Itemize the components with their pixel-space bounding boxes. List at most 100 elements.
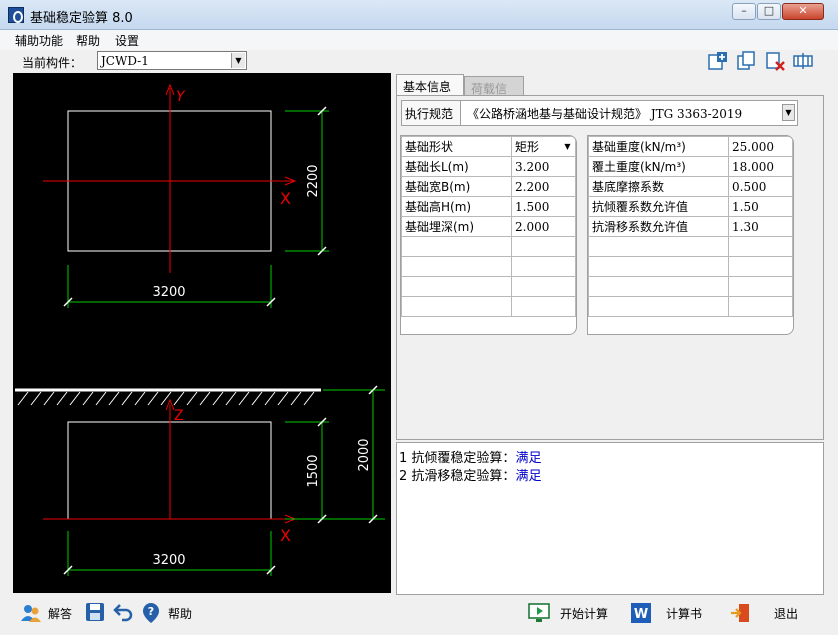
empty-row <box>588 256 793 277</box>
result-line: 1 抗倾覆稳定验算：满足 <box>399 447 541 466</box>
elev-width-dim: 3200 <box>152 553 185 568</box>
foundation-unit-weight-input[interactable]: 25.000 <box>728 136 793 157</box>
table-row: 基础高H(m) 1.500 <box>401 196 576 217</box>
report-label: 计算书 <box>666 606 703 621</box>
table-row: 基底摩擦系数 0.500 <box>588 176 793 197</box>
elev-axis-x: X <box>280 526 291 545</box>
empty-row <box>401 296 576 317</box>
param-label: 基础埋深(m) <box>401 216 512 237</box>
table-row: 基础形状 矩形 ▼ <box>401 136 576 157</box>
help-button[interactable]: ? 帮助 <box>140 601 192 625</box>
drawing-canvas[interactable]: Y X 3200 2200 Z X 3200 1500 2000 <box>13 73 391 593</box>
soil-unit-weight-input[interactable]: 18.000 <box>728 156 793 177</box>
elev-axis-z: Z <box>174 408 184 424</box>
table-row: 基础埋深(m) 2.000 <box>401 216 576 237</box>
standard-select[interactable]: 执行规范 《公路桥涵地基与基础设计规范》 JTG 3363-2019 ▼ <box>401 100 798 126</box>
plan-view: Y X 3200 2200 <box>43 83 329 308</box>
elevation-view: Z X 3200 1500 2000 <box>15 385 385 576</box>
table-row: 基础长L(m) 3.200 <box>401 156 576 177</box>
shape-select[interactable]: 矩形 ▼ <box>511 136 576 157</box>
param-label: 基础形状 <box>401 136 512 157</box>
chevron-down-icon[interactable]: ▼ <box>231 53 245 68</box>
table-row: 抗倾覆系数允许值 1.50 <box>588 196 793 217</box>
standard-code: JTG 3363-2019 <box>650 107 743 121</box>
elev-depth-dim: 2000 <box>357 438 372 471</box>
empty-row <box>401 256 576 277</box>
current-member-label: 当前构件： <box>22 56 83 70</box>
overturn-allow-input[interactable]: 1.50 <box>728 196 793 217</box>
sliding-allow-input[interactable]: 1.30 <box>728 216 793 237</box>
elev-height-dim: 1500 <box>306 454 321 487</box>
settings-icon[interactable] <box>792 50 814 72</box>
exit-door-icon <box>731 604 749 622</box>
empty-row <box>401 236 576 257</box>
menu-settings[interactable]: 设置 <box>115 32 139 49</box>
app-logo-icon <box>8 7 24 23</box>
svg-text:W: W <box>634 607 648 622</box>
start-calc-button[interactable]: 开始计算 <box>528 601 608 625</box>
param-label: 抗倾覆系数允许值 <box>588 196 729 217</box>
exit-label: 退出 <box>774 606 799 621</box>
result-status: 满足 <box>515 451 542 466</box>
param-label: 覆土重度(kN/m³) <box>588 156 729 177</box>
param-label: 基底摩擦系数 <box>588 176 729 197</box>
word-doc-icon: W <box>631 603 651 623</box>
param-label: 基础重度(kN/m³) <box>588 136 729 157</box>
undo-icon[interactable] <box>112 601 134 623</box>
table-row: 基础重度(kN/m³) 25.000 <box>588 136 793 157</box>
plan-axis-x: X <box>280 189 291 208</box>
result-status: 满足 <box>515 469 542 484</box>
report-button[interactable]: W 计算书 <box>630 601 702 625</box>
start-calc-label: 开始计算 <box>560 606 609 621</box>
maximize-button[interactable]: □ <box>757 3 781 20</box>
users-icon <box>21 605 41 622</box>
delete-icon[interactable] <box>764 50 786 72</box>
help-icon: ? <box>143 603 159 623</box>
chevron-down-icon[interactable]: ▼ <box>782 104 795 121</box>
param-label: 基础高H(m) <box>401 196 512 217</box>
height-input[interactable]: 1.500 <box>511 196 576 217</box>
depth-input[interactable]: 2.000 <box>511 216 576 237</box>
member-select-value: JCWD-1 <box>101 54 149 68</box>
param-label: 抗滑移系数允许值 <box>588 216 729 237</box>
result-text: 抗倾覆稳定验算： <box>411 451 516 466</box>
title-bar: 基础稳定验算 8.0 – □ ✕ <box>0 0 838 30</box>
menu-assist[interactable]: 辅助功能 <box>15 32 63 49</box>
exit-button[interactable]: 退出 <box>730 601 798 625</box>
minimize-button[interactable]: – <box>732 3 756 20</box>
shape-value: 矩形 <box>515 140 540 154</box>
table-row: 基础宽B(m) 2.200 <box>401 176 576 197</box>
empty-row <box>588 296 793 317</box>
empty-row <box>588 276 793 297</box>
svg-text:?: ? <box>148 605 154 618</box>
save-icon[interactable] <box>84 601 106 623</box>
answer-button[interactable]: 解答 <box>20 601 72 625</box>
result-num: 1 <box>399 451 408 466</box>
chevron-down-icon[interactable]: ▼ <box>561 139 574 154</box>
param-label: 基础宽B(m) <box>401 176 512 197</box>
friction-coef-input[interactable]: 0.500 <box>728 176 793 197</box>
plan-height-dim: 2200 <box>306 164 321 197</box>
menu-help[interactable]: 帮助 <box>76 32 100 49</box>
copy-icon[interactable] <box>735 50 757 72</box>
tab-load-info[interactable]: 荷载信息 <box>464 76 524 113</box>
result-panel[interactable]: 1 抗倾覆稳定验算：满足 2 抗滑移稳定验算：满足 <box>396 442 824 595</box>
material-params-table: 基础重度(kN/m³) 25.000 覆土重度(kN/m³) 18.000 基底… <box>587 135 794 335</box>
add-icon[interactable] <box>706 50 728 72</box>
foundation-params-table: 基础形状 矩形 ▼ 基础长L(m) 3.200 基础宽B(m) 2.200 基础… <box>400 135 577 335</box>
help-label: 帮助 <box>168 606 193 621</box>
bottom-bar: 解答 ? 帮助 开始计算 W 计算书 退出 <box>0 597 838 635</box>
menu-bar: 辅助功能 帮助 设置 <box>0 30 838 50</box>
standard-name: 《公路桥涵地基与基础设计规范》 <box>467 107 648 121</box>
result-text: 抗滑移稳定验算： <box>411 469 516 484</box>
member-select[interactable]: JCWD-1 ▼ <box>97 51 247 70</box>
param-label: 基础长L(m) <box>401 156 512 177</box>
empty-row <box>588 236 793 257</box>
close-button[interactable]: ✕ <box>782 3 824 20</box>
result-num: 2 <box>399 469 408 484</box>
tab-basic-info[interactable]: 基本信息 <box>396 74 464 95</box>
width-input[interactable]: 2.200 <box>511 176 576 197</box>
length-input[interactable]: 3.200 <box>511 156 576 177</box>
plan-axis-y: Y <box>176 89 186 105</box>
monitor-play-icon <box>528 603 550 622</box>
